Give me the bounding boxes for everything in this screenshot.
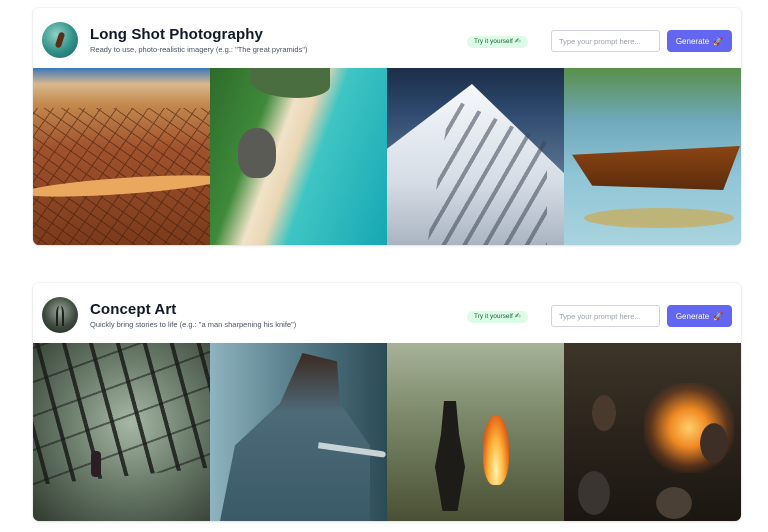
boat-on-lake-image[interactable] <box>564 68 741 245</box>
try-it-yourself-badge: Try it yourself ✍ <box>467 311 528 323</box>
beach-image[interactable] <box>210 68 387 245</box>
card-title: Long Shot Photography <box>90 26 263 43</box>
try-it-yourself-badge: Try it yourself ✍ <box>467 36 528 48</box>
image-gallery <box>33 343 741 521</box>
badge-label: Try it yourself <box>474 38 513 45</box>
category-avatar <box>42 297 78 333</box>
desert-image[interactable] <box>33 68 210 245</box>
generate-label: Generate <box>675 36 710 46</box>
rocket-icon: 🚀 <box>713 311 724 321</box>
concept-art-card: Concept Art Quickly bring stories to lif… <box>33 283 741 521</box>
prompt-input[interactable] <box>551 305 660 327</box>
generate-button[interactable]: Generate 🚀 <box>667 305 732 327</box>
generate-label: Generate <box>675 311 710 321</box>
card-subtitle: Ready to use, photo-realistic imagery (e… <box>90 45 308 54</box>
generate-button[interactable]: Generate 🚀 <box>667 30 732 52</box>
category-avatar <box>42 22 78 58</box>
writing-hand-icon: ✍ <box>514 313 521 320</box>
man-with-knife-image[interactable] <box>210 343 387 521</box>
badge-label: Try it yourself <box>474 313 513 320</box>
prompt-input[interactable] <box>551 30 660 52</box>
rocket-icon: 🚀 <box>713 36 724 46</box>
mountain-image[interactable] <box>387 68 564 245</box>
card-header: Concept Art Quickly bring stories to lif… <box>33 283 741 343</box>
dark-forest-image[interactable] <box>33 343 210 521</box>
soldier-by-fire-image[interactable] <box>387 343 564 521</box>
card-subtitle: Quickly bring stories to life (e.g.: "a … <box>90 320 297 329</box>
card-title: Concept Art <box>90 301 177 318</box>
campfire-group-image[interactable] <box>564 343 741 521</box>
writing-hand-icon: ✍ <box>514 38 521 45</box>
long-shot-photography-card: Long Shot Photography Ready to use, phot… <box>33 8 741 245</box>
image-gallery <box>33 68 741 245</box>
card-header: Long Shot Photography Ready to use, phot… <box>33 8 741 68</box>
